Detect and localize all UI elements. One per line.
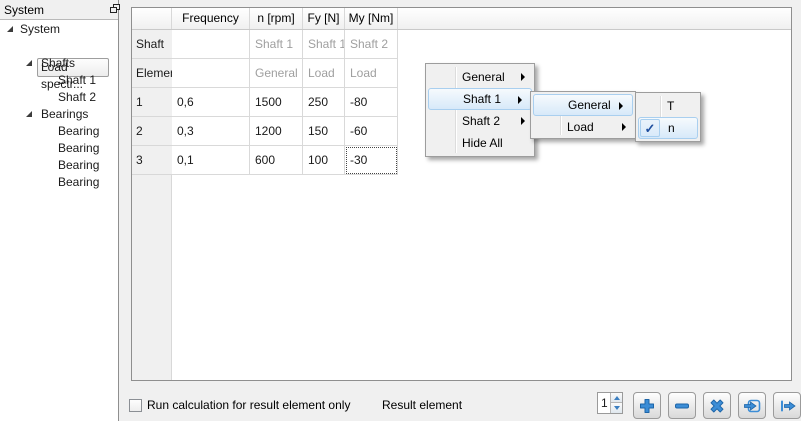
column-header-n-rpm[interactable]: n [rpm] — [250, 8, 303, 29]
minus-icon — [673, 397, 691, 415]
expand-collapse-icon[interactable] — [26, 60, 32, 66]
result-element-label: Result element — [382, 398, 462, 413]
run-calculation-checkbox[interactable] — [129, 399, 142, 412]
menu-item-load[interactable]: Load — [531, 116, 635, 138]
tree-item-bearing-2[interactable]: Bearing — [58, 140, 99, 157]
checkmark-icon: ✓ — [640, 119, 660, 137]
submenu-arrow-icon — [521, 117, 525, 125]
table-cell[interactable]: 0,6 — [172, 88, 250, 117]
delete-all-button[interactable] — [703, 392, 731, 419]
sidebar-dock-header: System — [0, 0, 118, 20]
column-header-row: Frequency n [rpm] Fy [N] My [Nm] — [132, 8, 791, 30]
table-cell[interactable]: Shaft 1 — [303, 30, 345, 59]
table-cell[interactable]: -60 — [345, 117, 398, 146]
table-cell[interactable]: 1200 — [250, 117, 303, 146]
column-header-my-nm[interactable]: My [Nm] — [345, 8, 398, 29]
tree-item-bearing-3[interactable]: Bearing — [58, 157, 99, 174]
spinner-down-icon[interactable] — [610, 403, 622, 413]
table-cell-focused[interactable]: -30 — [345, 146, 398, 175]
remove-row-button[interactable] — [668, 392, 696, 419]
table-cell[interactable]: Shaft 1 — [250, 30, 303, 59]
expand-collapse-icon[interactable] — [26, 111, 32, 117]
submenu-shaft-1: General Load — [530, 91, 636, 139]
menu-item-shaft-1[interactable]: Shaft 1 — [428, 88, 532, 110]
row-header-shaft[interactable]: Shaft — [132, 30, 172, 59]
submenu-arrow-icon — [619, 102, 623, 110]
application-window: { "sidebar": { "title": "System", "tree"… — [0, 0, 801, 421]
run-calculation-label: Run calculation for result element only — [147, 398, 350, 413]
result-element-spinner[interactable]: 1 — [597, 392, 623, 414]
table-cell[interactable] — [172, 59, 250, 88]
tree-item-bearings[interactable]: Bearings — [0, 106, 47, 123]
tree-item-bearing-4[interactable]: Bearing — [58, 174, 99, 191]
table-cell[interactable]: 600 — [250, 146, 303, 175]
float-icon-front-square — [110, 7, 117, 13]
column-header-fy-n[interactable]: Fy [N] — [303, 8, 345, 29]
arrow-into-box-icon — [743, 397, 761, 415]
submenu-general: T ✓ n — [635, 92, 701, 142]
corner-header[interactable] — [132, 8, 172, 29]
tree-item-shaft-1[interactable]: Shaft 1 — [58, 72, 96, 89]
row-header-3[interactable]: 3 — [132, 146, 172, 175]
table-cell[interactable]: 1500 — [250, 88, 303, 117]
context-menu-columns: General Shaft 1 Shaft 2 Hide All — [425, 63, 535, 157]
table-cell[interactable]: 0,3 — [172, 117, 250, 146]
row-header-2[interactable]: 2 — [132, 117, 172, 146]
table-cell[interactable]: 0,1 — [172, 146, 250, 175]
tree-item-shaft-2[interactable]: Shaft 2 — [58, 89, 96, 106]
row-header-element[interactable]: Element — [132, 59, 172, 88]
menu-item-n[interactable]: ✓ n — [638, 117, 698, 139]
row-header-1[interactable]: 1 — [132, 88, 172, 117]
table-cell[interactable]: 100 — [303, 146, 345, 175]
tree-item-system[interactable]: System — [0, 21, 40, 38]
table-cell[interactable]: -80 — [345, 88, 398, 117]
move-out-button[interactable] — [773, 392, 801, 419]
menu-item-hide-all[interactable]: Hide All — [426, 132, 534, 154]
table-cell[interactable]: General — [250, 59, 303, 88]
tree-item-bearing-1[interactable]: Bearing — [58, 123, 99, 140]
move-into-button[interactable] — [738, 392, 766, 419]
plus-icon — [638, 397, 656, 415]
table-cell[interactable]: Shaft 2 — [345, 30, 398, 59]
float-panel-icon[interactable] — [109, 3, 123, 16]
expand-collapse-icon[interactable] — [7, 26, 13, 32]
table-cell[interactable] — [172, 30, 250, 59]
menu-item-general[interactable]: General — [426, 66, 534, 88]
tree-item-shafts[interactable]: Shafts — [0, 55, 34, 72]
menu-item-t[interactable]: T — [636, 95, 700, 117]
table-cell[interactable]: Load — [345, 59, 398, 88]
add-row-button[interactable] — [633, 392, 661, 419]
submenu-arrow-icon — [518, 96, 522, 104]
table-cell[interactable]: 150 — [303, 117, 345, 146]
table-cell[interactable]: Load — [303, 59, 345, 88]
menu-item-shaft-2[interactable]: Shaft 2 — [426, 110, 534, 132]
spinner-value: 1 — [601, 396, 608, 411]
arrow-out-icon — [778, 397, 796, 415]
menu-item-general[interactable]: General — [533, 94, 633, 116]
sidebar-splitter[interactable] — [118, 0, 119, 421]
table-cell[interactable]: 250 — [303, 88, 345, 117]
cross-icon — [708, 397, 726, 415]
system-tree: System Load spectr... Shafts Shaft 1 Sha… — [0, 20, 118, 421]
column-header-frequency[interactable]: Frequency — [172, 8, 250, 29]
sidebar-title: System — [4, 3, 44, 17]
submenu-arrow-icon — [521, 73, 525, 81]
submenu-arrow-icon — [622, 123, 626, 131]
spinner-up-icon[interactable] — [610, 393, 622, 403]
